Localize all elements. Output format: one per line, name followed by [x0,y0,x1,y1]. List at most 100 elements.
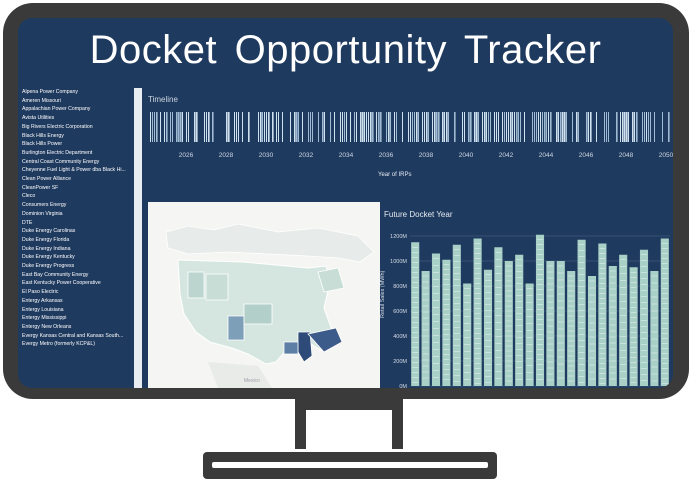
timeline-mark[interactable] [390,112,391,142]
timeline-mark[interactable] [550,112,552,142]
timeline-mark[interactable] [454,112,456,142]
timeline-mark[interactable] [276,112,277,142]
timeline-mark[interactable] [506,112,507,142]
timeline-mark[interactable] [394,112,395,142]
sidebar-item-utility[interactable]: Entergy Arkansas [22,297,138,306]
timeline-mark[interactable] [558,112,559,142]
timeline-mark[interactable] [334,112,335,142]
timeline-mark[interactable] [616,112,618,142]
timeline-mark[interactable] [154,112,155,142]
chart-bar[interactable] [629,267,638,386]
timeline-mark[interactable] [646,112,647,142]
sidebar-item-utility[interactable]: Cleco [22,192,138,201]
timeline-mark[interactable] [436,112,438,142]
timeline-mark[interactable] [176,112,178,142]
timeline-mark[interactable] [360,112,362,142]
timeline-mark[interactable] [604,112,605,142]
timeline-mark[interactable] [166,112,168,142]
utility-filter-list[interactable]: Alpena Power Company Ameren Missouri Appal… [22,88,138,388]
sidebar-item-utility[interactable]: Cheyenne Fuel Light & Power dba Black Hi… [22,166,138,175]
sidebar-item-utility[interactable]: Central Coast Community Energy [22,158,138,167]
timeline-mark[interactable] [298,112,299,142]
future-docket-chart[interactable]: 0M 200M 400M 600M 800M 1000M 1200M [384,224,673,388]
chart-bar[interactable] [608,266,617,386]
timeline-mark[interactable] [308,112,309,142]
timeline-mark[interactable] [432,112,433,142]
chart-bar[interactable] [504,261,513,386]
timeline-mark[interactable] [152,112,153,142]
timeline-mark[interactable] [228,112,230,142]
timeline-mark[interactable] [428,112,429,142]
sidebar-item-utility[interactable]: Entergy New Orleans [22,323,138,332]
timeline-mark[interactable] [414,112,415,142]
chart-bar[interactable] [411,242,420,386]
timeline-mark[interactable] [538,112,539,142]
chart-bar[interactable] [577,239,586,386]
state-region[interactable] [227,315,245,341]
timeline-mark[interactable] [668,112,670,142]
timeline-mark[interactable] [182,112,183,142]
timeline-mark[interactable] [644,112,645,142]
sidebar-item-utility[interactable]: CleanPower SF [22,184,138,193]
timeline-mark[interactable] [464,112,465,142]
timeline-mark[interactable] [188,112,189,142]
timeline-mark[interactable] [498,112,499,142]
timeline-mark[interactable] [248,112,250,142]
timeline-mark[interactable] [518,112,519,142]
timeline-mark[interactable] [258,112,259,142]
chart-bar[interactable] [483,269,493,386]
sidebar-item-utility[interactable]: Alpena Power Company [22,88,138,97]
timeline-mark[interactable] [496,112,497,142]
timeline-mark[interactable] [194,112,196,142]
chart-bar[interactable] [546,261,555,386]
state-highlighted[interactable] [283,341,299,355]
timeline-mark[interactable] [340,112,341,142]
timeline-mark[interactable] [474,112,476,142]
state-region[interactable] [243,303,273,325]
sidebar-item-utility[interactable]: East Bay Community Energy [22,271,138,280]
timeline-mark[interactable] [468,112,470,142]
sidebar-item-utility[interactable]: El Paso Electric [22,288,138,297]
timeline-mark[interactable] [422,112,423,142]
timeline-mark[interactable] [426,112,428,142]
chart-bar[interactable] [619,254,628,386]
timeline-mark[interactable] [178,112,180,142]
timeline-mark[interactable] [642,112,643,142]
timeline-mark[interactable] [434,112,436,142]
timeline-mark[interactable] [448,112,449,142]
timeline-mark[interactable] [330,112,331,142]
chart-bar[interactable] [463,283,472,387]
timeline-mark[interactable] [370,112,372,142]
sidebar-item-utility[interactable]: DTE [22,219,138,228]
sidebar-item-utility[interactable]: Appalachian Power Company [22,105,138,114]
timeline-mark[interactable] [444,112,445,142]
timeline-mark[interactable] [206,112,207,142]
timeline-mark[interactable] [560,112,562,142]
timeline-mark[interactable] [566,112,567,142]
timeline-mark[interactable] [524,112,525,142]
timeline-mark[interactable] [376,112,377,142]
timeline-mark[interactable] [654,112,655,142]
timeline-mark[interactable] [512,112,513,142]
timeline-mark[interactable] [418,112,419,142]
timeline-mark[interactable] [546,112,547,142]
chart-bar[interactable] [660,238,669,387]
chart-bar[interactable] [639,249,649,386]
timeline-mark[interactable] [578,112,579,142]
timeline-mark[interactable] [242,112,243,142]
timeline-mark[interactable] [196,112,198,142]
timeline-mark[interactable] [446,112,448,142]
sidebar-item-utility[interactable]: Evergy Kansas Central and Kansas South..… [22,332,138,341]
timeline-mark[interactable] [606,112,607,142]
timeline-mark[interactable] [282,112,283,142]
chart-bar[interactable] [587,276,597,386]
timeline-mark[interactable] [290,112,291,142]
timeline-mark[interactable] [268,112,270,142]
timeline-mark[interactable] [608,112,609,142]
timeline-mark[interactable] [264,112,265,142]
timeline-mark[interactable] [648,112,649,142]
timeline-mark[interactable] [262,112,263,142]
timeline-mark[interactable] [514,112,515,142]
timeline-mark[interactable] [438,112,440,142]
timeline-mark[interactable] [408,112,409,142]
